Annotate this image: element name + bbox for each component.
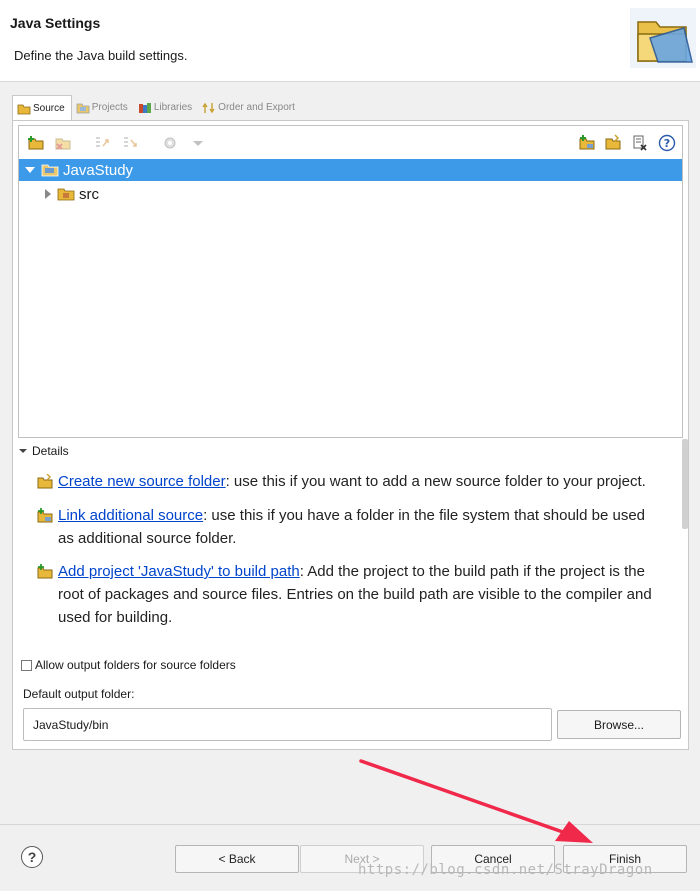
detail-create-source-folder: Create new source folder: use this if yo… <box>37 470 665 493</box>
annotation-arrow-icon <box>359 759 593 843</box>
add-source-folder-icon[interactable] <box>27 134 45 152</box>
build-path-tabs: Source Projects Libraries Order and Expo… <box>12 95 301 121</box>
source-toolbar: ? <box>19 126 682 158</box>
default-output-folder-input[interactable]: JavaStudy/bin <box>23 708 552 741</box>
chevron-right-icon[interactable] <box>41 187 55 201</box>
tab-label: Libraries <box>153 102 193 113</box>
link-additional-source-link[interactable]: Link additional source <box>58 507 203 524</box>
remove-source-folder-icon[interactable] <box>54 134 72 152</box>
add-project-build-path-link[interactable]: Add project 'JavaStudy' to build path <box>58 563 300 580</box>
page-description: Define the Java build settings. <box>14 48 188 63</box>
tab-projects[interactable]: Projects <box>72 95 134 120</box>
allow-output-folders-checkbox[interactable] <box>21 659 32 671</box>
order-export-icon <box>202 102 215 113</box>
details-scrollbar[interactable] <box>682 439 688 529</box>
tab-label: Order and Export <box>218 102 295 113</box>
chevron-down-icon[interactable] <box>189 134 207 152</box>
back-button[interactable]: < Back <box>175 845 299 873</box>
add-source-folder-icon <box>37 564 53 579</box>
watermark: https://blog.csdn.net/StrayDragon <box>358 862 653 878</box>
allow-output-folders-label: Allow output folders for source folders <box>35 658 236 672</box>
details-label: Details <box>32 444 69 458</box>
tree-item-src[interactable]: src <box>19 183 682 205</box>
wizard-header: Java Settings Define the Java build sett… <box>0 0 700 82</box>
browse-button[interactable]: Browse... <box>557 710 681 739</box>
create-source-folder-link[interactable]: Create new source folder <box>58 473 226 490</box>
chevron-down-icon[interactable] <box>23 163 37 177</box>
include-icon[interactable] <box>93 134 111 152</box>
folder-name: src <box>79 185 99 203</box>
tab-order-export[interactable]: Order and Export <box>198 95 301 120</box>
details-toggle[interactable]: Details <box>18 444 69 458</box>
projects-icon <box>76 103 90 113</box>
detail-link-additional-source: Link additional source: use this if you … <box>37 504 665 550</box>
source-folder-icon <box>57 188 75 201</box>
source-folder-icon <box>17 104 31 114</box>
libraries-icon <box>138 102 151 113</box>
chevron-down-icon[interactable] <box>18 446 28 456</box>
svg-text:?: ? <box>664 137 670 150</box>
tab-source[interactable]: Source <box>12 95 72 121</box>
java-project-icon <box>41 164 59 177</box>
tree-item-project[interactable]: JavaStudy <box>19 159 682 181</box>
folder-wizard-icon <box>630 8 696 68</box>
source-tab-panel: ? JavaStudy src Details Create new sourc… <box>12 120 689 750</box>
new-source-folder-icon <box>37 474 53 489</box>
link-source-icon[interactable] <box>578 134 596 152</box>
new-source-folder-icon[interactable] <box>604 134 622 152</box>
link-source-icon <box>37 508 53 523</box>
configure-icon[interactable] <box>162 134 180 152</box>
detail-text: : use this if you want to add a new sour… <box>225 473 646 490</box>
help-icon[interactable]: ? <box>658 134 676 152</box>
allow-output-folders-option[interactable]: Allow output folders for source folders <box>21 658 236 672</box>
tab-libraries[interactable]: Libraries <box>134 95 198 120</box>
wizard-help-button[interactable]: ? <box>21 846 43 868</box>
exclude-icon[interactable] <box>121 134 139 152</box>
tab-label: Projects <box>91 102 128 113</box>
source-tree-box: ? JavaStudy src <box>18 125 683 438</box>
detail-add-project-build-path: Add project 'JavaStudy' to build path: A… <box>37 560 665 629</box>
page-title: Java Settings <box>10 15 101 31</box>
project-name: JavaStudy <box>63 161 134 179</box>
default-output-folder-label: Default output folder: <box>23 687 135 701</box>
remove-icon[interactable] <box>631 134 649 152</box>
tab-label: Source <box>33 103 65 114</box>
